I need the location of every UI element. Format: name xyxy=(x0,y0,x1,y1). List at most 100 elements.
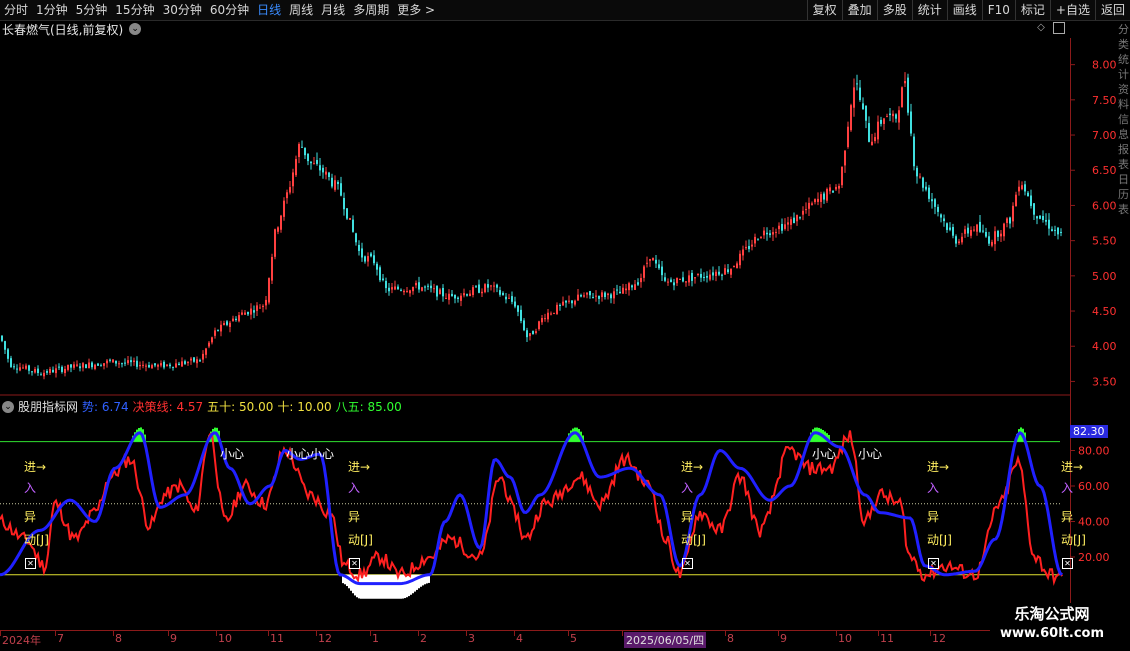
date-label: 8 xyxy=(115,632,122,645)
candle-body xyxy=(34,369,36,373)
chevron-down-icon[interactable]: ⌄ xyxy=(2,400,14,413)
candle-body xyxy=(1042,215,1044,220)
date-tick xyxy=(836,631,837,636)
candle-body xyxy=(190,358,192,361)
candle-body xyxy=(517,305,519,312)
candle-body xyxy=(58,366,60,368)
signal-yi: 异 xyxy=(1061,510,1074,524)
candle-body xyxy=(361,248,363,258)
white-bar xyxy=(410,574,412,595)
candle-body xyxy=(835,186,837,190)
signal-xiaoxin: 小心小心 xyxy=(286,447,335,461)
candle-body xyxy=(463,293,465,296)
candle-body xyxy=(781,223,783,231)
chart-canvas: 8.00 7.50 7.00 6.50 6.00 5.50 5.00 4.50 4.00 3.50… xyxy=(0,59,1117,599)
date-label: 9 xyxy=(780,632,787,645)
candle-body xyxy=(832,190,834,193)
candle-body xyxy=(448,293,450,300)
candle-body xyxy=(211,337,213,343)
signal-yi: 异 xyxy=(24,510,37,524)
candle-body xyxy=(538,321,540,330)
candle-body xyxy=(547,312,549,320)
candle-body xyxy=(1048,219,1050,229)
candle-body xyxy=(901,87,903,108)
candle-body xyxy=(925,186,927,190)
right-sidebar-tabs[interactable]: 分类统计资料信息报表日历表 xyxy=(1118,22,1130,217)
candle-body xyxy=(490,285,492,287)
candle-body xyxy=(4,341,6,350)
candle-body xyxy=(856,83,858,85)
white-bar xyxy=(350,574,352,591)
white-bar xyxy=(372,574,374,599)
candle-body xyxy=(1054,229,1056,231)
candle-body xyxy=(352,219,354,232)
indicator-layer xyxy=(0,394,1070,599)
x-signal-icon: ✕ xyxy=(349,558,360,569)
candle-body xyxy=(238,315,240,322)
signal-dong: 动[J] xyxy=(927,533,952,547)
candle-body xyxy=(478,284,480,293)
candle-body xyxy=(28,365,30,371)
candle-body xyxy=(1057,227,1059,235)
date-label: 5 xyxy=(570,632,577,645)
candle-body xyxy=(124,362,126,364)
candle-body xyxy=(10,358,12,367)
candle-body xyxy=(646,262,648,264)
candle-body xyxy=(697,274,699,276)
date-label: 3 xyxy=(468,632,475,645)
candle-body xyxy=(154,363,156,366)
candle-body xyxy=(988,236,990,244)
candle-body xyxy=(661,266,663,276)
indicator-name[interactable]: 股朋指标网 xyxy=(18,398,78,415)
candle-body xyxy=(970,229,972,236)
candle-body xyxy=(496,284,498,288)
candle-body xyxy=(247,311,249,315)
candle-body xyxy=(388,287,390,292)
candle-body xyxy=(922,177,924,188)
candle-body xyxy=(484,284,486,293)
candle-body xyxy=(400,289,402,291)
candle-body xyxy=(655,259,657,264)
candle-body xyxy=(787,222,789,225)
candle-body xyxy=(250,308,252,315)
candle-body xyxy=(37,368,39,374)
date-tick xyxy=(778,631,779,636)
candle-body xyxy=(229,322,231,327)
candle-body xyxy=(40,374,42,376)
candle-body xyxy=(865,105,867,121)
candle-body xyxy=(259,307,261,309)
candle-body xyxy=(184,361,186,364)
candle-body xyxy=(94,364,96,369)
candle-body xyxy=(700,273,702,278)
candle-body xyxy=(481,291,483,294)
candle-body xyxy=(520,309,522,321)
candle-body xyxy=(469,293,471,297)
candle-body xyxy=(397,286,399,290)
candle-body xyxy=(631,285,633,288)
date-label: 2024年 xyxy=(2,634,41,647)
label-shi2: 十: 10.00 xyxy=(277,400,332,414)
signal-dong: 动[J] xyxy=(681,533,706,547)
candle-body xyxy=(1018,186,1020,192)
candle-body xyxy=(907,77,909,113)
candle-body xyxy=(715,271,717,276)
candle-body xyxy=(637,282,639,285)
candle-body xyxy=(268,278,270,303)
candle-body xyxy=(1036,216,1038,219)
candle-body xyxy=(691,272,693,281)
signal-jin: 进→ xyxy=(927,460,950,474)
signal-ru: 入 xyxy=(1061,481,1074,495)
white-bar xyxy=(392,574,394,599)
candle-body xyxy=(223,323,225,325)
candle-body xyxy=(667,281,669,283)
candle-body xyxy=(799,217,801,219)
candle-body xyxy=(526,330,528,338)
candle-body xyxy=(886,116,888,118)
candle-body xyxy=(115,360,117,364)
green-bar xyxy=(574,427,576,442)
candle-body xyxy=(319,165,321,171)
price-tick-label: 5.50 xyxy=(1092,235,1117,248)
candle-body xyxy=(475,286,477,288)
candle-body xyxy=(256,305,258,311)
candle-body xyxy=(919,176,921,178)
